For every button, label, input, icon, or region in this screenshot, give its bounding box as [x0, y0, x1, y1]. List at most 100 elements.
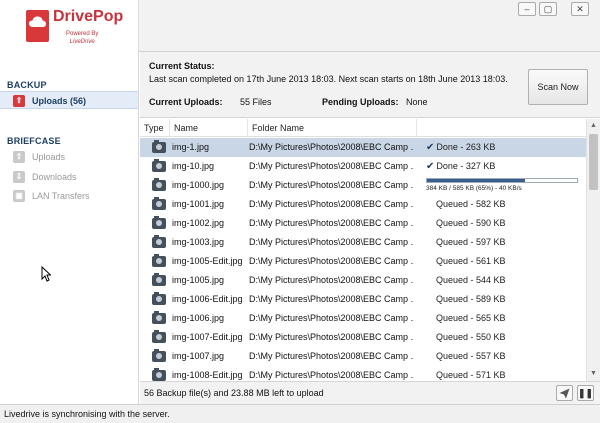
folder-name-cell: D:\My Pictures\Photos\2008\EBC Camp ...: [249, 237, 414, 247]
column-header-name[interactable]: Name: [170, 119, 248, 137]
table-row[interactable]: img-1006.jpg D:\My Pictures\Photos\2008\E…: [140, 309, 586, 328]
file-name-cell: img-1008-Edit.jpg: [172, 370, 243, 380]
maximize-button[interactable]: ▢: [539, 2, 557, 16]
file-name-cell: img-1005-Edit.jpg: [172, 256, 243, 266]
scroll-down-icon[interactable]: ▼: [587, 367, 600, 381]
drivepop-logo-icon: [26, 10, 49, 42]
file-name-cell: img-1006.jpg: [172, 313, 225, 323]
table-row[interactable]: img-10.jpg D:\My Pictures\Photos\2008\EBC…: [140, 157, 586, 176]
pause-button[interactable]: ❚❚: [577, 385, 594, 401]
folder-name-cell: D:\My Pictures\Photos\2008\EBC Camp ...: [249, 275, 414, 285]
table-row[interactable]: img-1000.jpg D:\My Pictures\Photos\2008\E…: [140, 176, 586, 195]
file-name-cell: img-1007.jpg: [172, 351, 225, 361]
checkmark-icon: ✔: [426, 161, 435, 172]
uploads-table: Type Name Folder Name img-1.jpg D:\My Pic…: [140, 119, 586, 381]
status-text: Queued - 597 KB: [436, 237, 506, 247]
file-type-cell: [148, 309, 168, 328]
sidebar-item-backup-uploads[interactable]: ⇧ Uploads (56): [0, 91, 138, 109]
camera-icon: [152, 235, 166, 248]
briefcase-section-title: BRIEFCASE: [7, 136, 61, 146]
sidebar-item-label: Uploads (56): [32, 96, 87, 106]
status-text: Queued - 589 KB: [436, 294, 506, 304]
upload-status-cell: Queued - 557 KB: [426, 347, 586, 366]
table-row[interactable]: img-1005-Edit.jpg D:\My Pictures\Photos\2…: [140, 252, 586, 271]
table-scrollbar[interactable]: ▲ ▼: [586, 119, 600, 381]
sidebar-item-lan-transfers[interactable]: ▣ LAN Transfers: [0, 187, 138, 205]
sidebar-item-label: LAN Transfers: [32, 191, 90, 201]
table-row[interactable]: img-1007-Edit.jpg D:\My Pictures\Photos\2…: [140, 328, 586, 347]
current-status-title: Current Status:: [149, 61, 215, 71]
camera-icon: [152, 292, 166, 305]
sidebar: BACKUP ⇧ Uploads (56) BRIEFCASE ⇧ Upload…: [0, 52, 139, 404]
column-header-type[interactable]: Type: [140, 119, 170, 137]
column-header-status[interactable]: [417, 119, 586, 137]
folder-name-cell: D:\My Pictures\Photos\2008\EBC Camp ...: [249, 180, 414, 190]
table-row[interactable]: img-1002.jpg D:\My Pictures\Photos\2008\E…: [140, 214, 586, 233]
file-name-cell: img-1005.jpg: [172, 275, 225, 285]
pending-uploads-label: Pending Uploads:: [322, 97, 399, 107]
title-bar: DrivePop Powered By LiveDrive – ▢ ✕: [0, 0, 600, 52]
file-name-cell: img-1002.jpg: [172, 218, 225, 228]
file-type-cell: [148, 271, 168, 290]
camera-icon: [152, 159, 166, 172]
upload-status-cell: Queued - 582 KB: [426, 195, 586, 214]
camera-icon: [152, 216, 166, 229]
sidebar-item-label: Uploads: [32, 152, 66, 162]
mouse-cursor-icon: [41, 266, 51, 282]
camera-icon: [152, 140, 166, 153]
column-header-folder[interactable]: Folder Name: [248, 119, 417, 137]
maximize-icon: ▢: [543, 4, 553, 14]
upload-footer: 56 Backup file(s) and 23.88 MB left to u…: [140, 381, 600, 404]
table-row[interactable]: img-1.jpg D:\My Pictures\Photos\2008\EBC …: [140, 138, 586, 157]
camera-icon: [152, 311, 166, 324]
file-type-cell: [148, 290, 168, 309]
progress-text: 384 KB / 585 KB (65%) - 40 KB/s: [426, 185, 522, 192]
powered-by-brand: LiveDrive: [69, 39, 95, 45]
powered-by-text: Powered By: [66, 31, 99, 37]
minimize-button[interactable]: –: [518, 2, 536, 16]
send-button[interactable]: [556, 385, 573, 401]
file-name-cell: img-10.jpg: [172, 161, 215, 171]
status-text: Queued - 565 KB: [436, 313, 506, 323]
folder-name-cell: D:\My Pictures\Photos\2008\EBC Camp ...: [249, 218, 414, 228]
scan-status-text: Last scan completed on 17th June 2013 18…: [149, 74, 508, 84]
scroll-up-icon[interactable]: ▲: [587, 119, 600, 133]
backup-section-title: BACKUP: [7, 80, 47, 90]
file-type-cell: [148, 366, 168, 381]
sync-status-text: Livedrive is synchronising with the serv…: [4, 409, 170, 419]
file-type-cell: [148, 157, 168, 176]
table-row[interactable]: img-1005.jpg D:\My Pictures\Photos\2008\E…: [140, 271, 586, 290]
table-row[interactable]: img-1007.jpg D:\My Pictures\Photos\2008\E…: [140, 347, 586, 366]
camera-icon: [152, 330, 166, 343]
upload-status-cell: Queued - 561 KB: [426, 252, 586, 271]
folder-name-cell: D:\My Pictures\Photos\2008\EBC Camp ...: [249, 370, 414, 380]
checkmark-icon: ✔: [426, 142, 435, 153]
app-name: DrivePop: [53, 8, 124, 25]
table-row[interactable]: img-1001.jpg D:\My Pictures\Photos\2008\E…: [140, 195, 586, 214]
status-bar: Livedrive is synchronising with the serv…: [0, 404, 600, 423]
status-text: Queued - 557 KB: [436, 351, 506, 361]
file-type-cell: [148, 195, 168, 214]
upload-status-cell: Queued - 597 KB: [426, 233, 586, 252]
table-row[interactable]: img-1003.jpg D:\My Pictures\Photos\2008\E…: [140, 233, 586, 252]
sidebar-item-downloads[interactable]: ⇩ Downloads: [0, 168, 138, 186]
sidebar-item-briefcase-uploads[interactable]: ⇧ Uploads: [0, 148, 138, 166]
scan-now-button[interactable]: Scan Now: [528, 69, 588, 105]
file-name-cell: img-1001.jpg: [172, 199, 225, 209]
folder-name-cell: D:\My Pictures\Photos\2008\EBC Camp ...: [249, 332, 414, 342]
table-row[interactable]: img-1006-Edit.jpg D:\My Pictures\Photos\2…: [140, 290, 586, 309]
file-type-cell: [148, 252, 168, 271]
close-icon: ✕: [576, 4, 584, 14]
camera-icon: [152, 349, 166, 362]
upload-status-cell: Queued - 571 KB: [426, 366, 586, 381]
file-type-cell: [148, 176, 168, 195]
camera-icon: [152, 254, 166, 267]
table-row[interactable]: img-1008-Edit.jpg D:\My Pictures\Photos\2…: [140, 366, 586, 381]
scrollbar-thumb[interactable]: [589, 134, 598, 190]
folder-name-cell: D:\My Pictures\Photos\2008\EBC Camp ...: [249, 351, 414, 361]
close-button[interactable]: ✕: [571, 2, 589, 16]
files-left-text: 56 Backup file(s) and 23.88 MB left to u…: [144, 388, 324, 398]
lan-icon: ▣: [13, 190, 25, 202]
upload-status-cell: Queued - 589 KB: [426, 290, 586, 309]
status-panel: Current Status: Last scan completed on 1…: [140, 52, 600, 118]
